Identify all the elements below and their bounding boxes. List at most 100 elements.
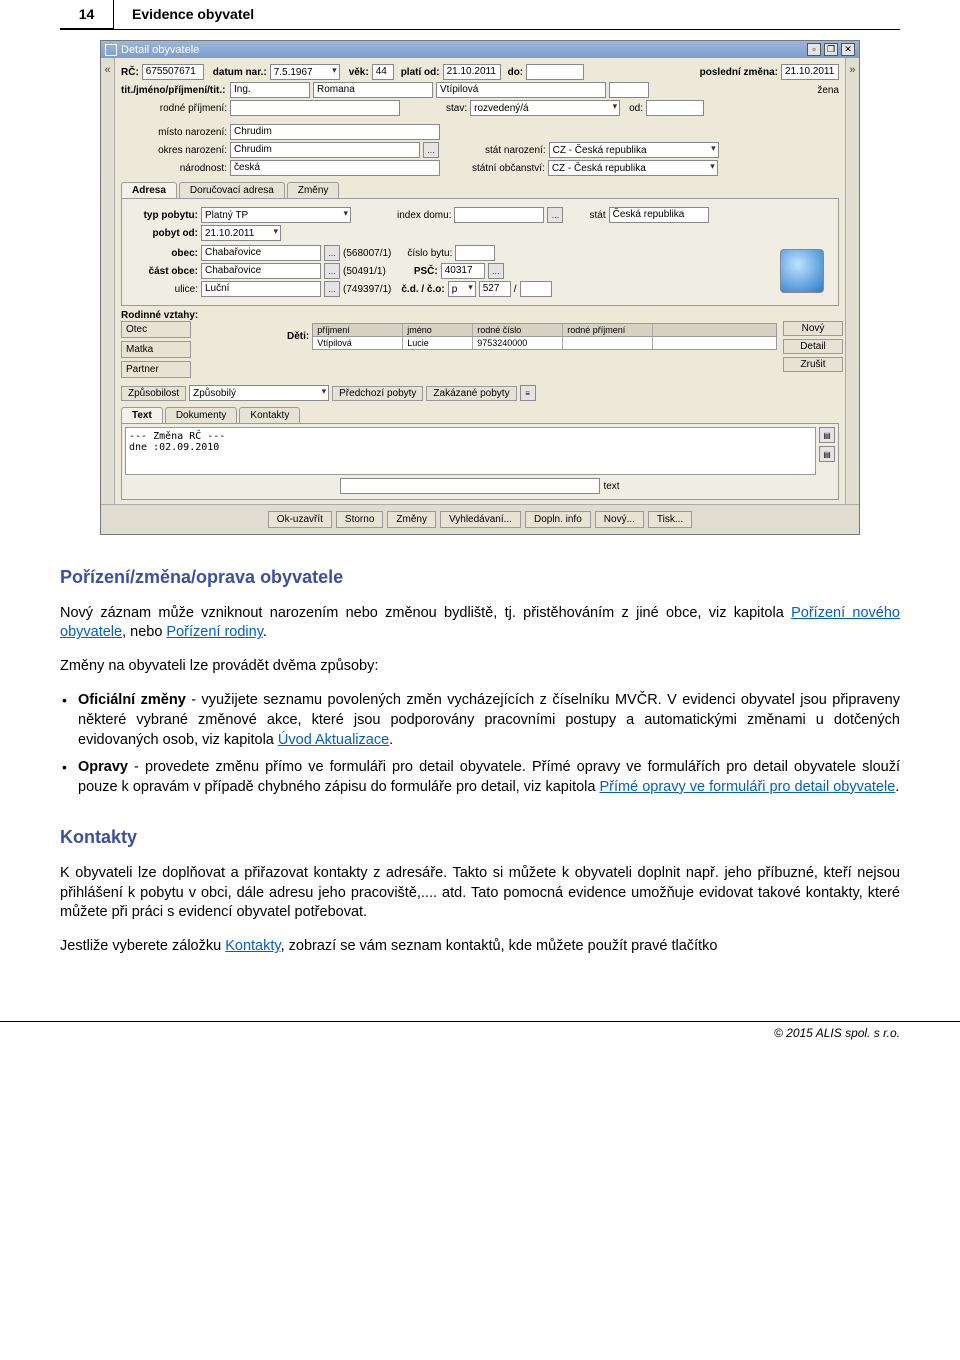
tisk-button[interactable]: Tisk... [648, 511, 692, 528]
paragraph-4: Jestliže vyberete záložku Kontakty, zobr… [60, 937, 900, 957]
otec-button[interactable]: Otec [121, 321, 191, 338]
zakazane-button[interactable]: Zakázané pobyty [426, 386, 516, 401]
ulice-picker[interactable]: … [324, 281, 340, 297]
text-area[interactable]: --- Změna RČ --- dne :02.09.2010 [125, 427, 816, 475]
cislobytu-field[interactable] [455, 245, 495, 261]
rodinne-label: Rodinné vztahy: [121, 310, 839, 321]
textarea-aux2-icon[interactable]: ▤ [819, 446, 835, 462]
pobytod-label: pobyt od: [128, 228, 198, 239]
typpobytu-field[interactable]: Platný TP [201, 207, 351, 223]
kids-zrusit-button[interactable]: Zrušit [783, 357, 843, 372]
castobce-code: (50491/1) [343, 266, 386, 277]
storno-button[interactable]: Storno [336, 511, 383, 528]
zpusobilost-button[interactable]: Způsobilost [121, 386, 186, 401]
rodne-field[interactable] [230, 100, 400, 116]
zakazane-list-icon[interactable]: ≡ [520, 385, 536, 401]
link-prime-opravy[interactable]: Přímé opravy ve formuláři pro detail oby… [600, 779, 896, 795]
titul2-field[interactable] [609, 82, 649, 98]
dopln-button[interactable]: Dopln. info [525, 511, 591, 528]
castobce-picker[interactable]: … [324, 263, 340, 279]
tab-adresa[interactable]: Adresa [121, 182, 177, 198]
onaroz-picker[interactable]: … [423, 142, 439, 158]
heading-kontakty: Kontakty [60, 825, 900, 849]
close-icon[interactable]: ✕ [841, 43, 855, 56]
maximize-icon[interactable]: ❐ [824, 43, 838, 56]
dn-label: datum nar.: [213, 67, 267, 78]
page-header: 14 Evidence obyvatel [60, 0, 900, 30]
novy-button[interactable]: Nový... [595, 511, 644, 528]
matka-button[interactable]: Matka [121, 341, 191, 358]
window-titlebar: Detail obyvatele ▫ ❐ ✕ [101, 41, 859, 58]
text-input[interactable] [340, 478, 600, 494]
vyhled-button[interactable]: Vyhledávaní... [440, 511, 521, 528]
globe-icon[interactable] [780, 249, 824, 293]
window-title: Detail obyvatele [121, 44, 199, 56]
zmeny-button[interactable]: Změny [387, 511, 436, 528]
cd-type[interactable]: p [448, 281, 476, 297]
obec-field[interactable]: Chabařovice [201, 245, 321, 261]
slash: / [514, 284, 517, 295]
predchozi-button[interactable]: Předchozí pobyty [332, 386, 423, 401]
co-field[interactable] [520, 281, 552, 297]
link-kontakty-tab[interactable]: Kontakty [225, 938, 280, 954]
do-label: do: [508, 67, 524, 78]
pobytod-field[interactable]: 21.10.2011 [201, 225, 281, 241]
scroll-right-icon[interactable]: » [845, 58, 859, 504]
mnaroz-field[interactable]: Chrudim [230, 124, 440, 140]
kids-table-row[interactable]: Vtípilová Lucie 9753240000 [312, 337, 777, 350]
vek-label: věk: [349, 67, 369, 78]
tab-text[interactable]: Text [121, 407, 163, 423]
stavod-field[interactable] [646, 100, 704, 116]
restore-icon[interactable]: ▫ [807, 43, 821, 56]
scroll-left-icon[interactable]: « [101, 58, 115, 504]
do-field[interactable] [526, 64, 584, 80]
copyright: © 2015 ALIS spol. s r.o. [774, 1026, 900, 1040]
tab-dokumenty[interactable]: Dokumenty [165, 407, 238, 423]
obec-picker[interactable]: … [324, 245, 340, 261]
link-porizeni-rodiny[interactable]: Pořízení rodiny [166, 624, 262, 640]
tab-kontakty[interactable]: Kontakty [239, 407, 300, 423]
textarea-aux1-icon[interactable]: ▤ [819, 427, 835, 443]
prijmeni-field[interactable]: Vtípilová [436, 82, 606, 98]
ok-button[interactable]: Ok-uzavřít [268, 511, 332, 528]
mnaroz-label: místo narození: [121, 127, 227, 138]
tab-dorucovaci[interactable]: Doručovací adresa [179, 182, 285, 198]
page-header-title: Evidence obyvatel [114, 0, 272, 29]
stat-label: stát [589, 210, 605, 221]
ulice-field[interactable]: Luční [201, 281, 321, 297]
narodnost-field[interactable]: česká [230, 160, 440, 176]
indexdomu-field[interactable] [454, 207, 544, 223]
bullets: Oficiální změny - využijete seznamu povo… [60, 691, 900, 797]
partner-button[interactable]: Partner [121, 361, 191, 378]
stat-field[interactable]: Česká republika [609, 207, 709, 223]
jmeno-field[interactable]: Romana [313, 82, 433, 98]
dn-field[interactable]: 7.5.1967 [270, 64, 340, 80]
kids-detail-button[interactable]: Detail [783, 339, 843, 354]
psc-field[interactable]: 40317 [441, 263, 485, 279]
cd-field[interactable]: 527 [479, 281, 511, 297]
castobce-field[interactable]: Chabařovice [201, 263, 321, 279]
tab-zmeny[interactable]: Změny [287, 182, 340, 198]
onaroz-label: okres narození: [121, 145, 227, 156]
document-body: Pořízení/změna/oprava obyvatele Nový záz… [60, 565, 900, 957]
indexdomu-picker[interactable]: … [547, 207, 563, 223]
bullet-2: Opravy - provedete změnu přímo ve formul… [78, 758, 900, 797]
onaroz-field[interactable]: Chrudim [230, 142, 420, 158]
zpusobilost-field[interactable]: Způsobilý [189, 385, 329, 401]
statnaroz-field[interactable]: CZ - Česká republika [549, 142, 719, 158]
kids-novy-button[interactable]: Nový [783, 321, 843, 336]
obec-label: obec: [128, 248, 198, 259]
obcanstvi-field[interactable]: CZ - Česká republika [548, 160, 718, 176]
psc-label: PSČ: [414, 266, 438, 277]
titul-field[interactable]: Ing. [230, 82, 310, 98]
link-uvod-aktualizace[interactable]: Úvod Aktualizace [278, 732, 389, 748]
page-number: 14 [60, 0, 114, 29]
address-tabs: Adresa Doručovací adresa Změny [121, 182, 839, 198]
stav-label: stav: [446, 103, 467, 114]
psc-picker[interactable]: … [488, 263, 504, 279]
stav-field[interactable]: rozvedený/á [470, 100, 620, 116]
platiod-field[interactable]: 21.10.2011 [443, 64, 501, 80]
statnaroz-label: stát narození: [485, 145, 546, 156]
platiod-label: platí od: [401, 67, 440, 78]
rc-field[interactable]: 675507671 [142, 64, 204, 80]
